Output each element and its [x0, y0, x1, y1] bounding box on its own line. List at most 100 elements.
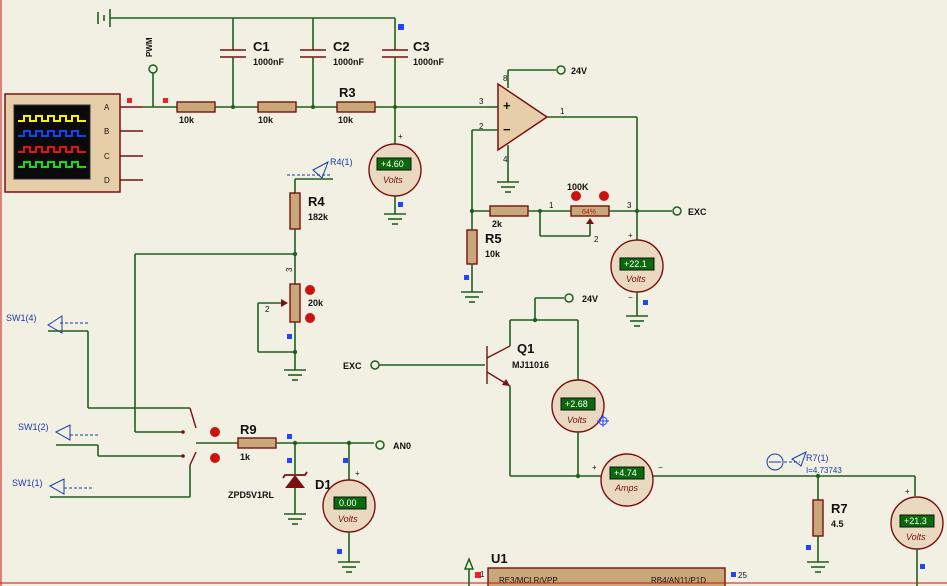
- ammeter-unit: Amps: [614, 483, 639, 493]
- terminal-exc-out-label: EXC: [688, 207, 707, 217]
- svg-text:−: −: [628, 293, 633, 302]
- probe-r4[interactable]: R4(1): [287, 157, 353, 179]
- voltmeter-2-unit: Volts: [626, 274, 646, 284]
- u1-pin-rb4: RB4/AN11/P1D: [651, 576, 706, 585]
- svg-text:1: 1: [549, 201, 554, 210]
- resistor-r9-label: R9: [240, 422, 257, 437]
- marker-square: [163, 98, 168, 103]
- terminal-24v-mid[interactable]: 24V: [564, 293, 598, 304]
- marker-square: [643, 300, 648, 305]
- marker-square: [398, 202, 403, 207]
- switch-sw1-1[interactable]: SW1(1): [12, 478, 92, 495]
- voltmeter-3[interactable]: +2.68 Volts: [551, 379, 605, 433]
- svg-text:−: −: [658, 463, 663, 472]
- voltmeter-1-unit: Volts: [383, 175, 403, 185]
- voltmeter-4-reading: 0.00: [339, 498, 357, 508]
- transistor-q1-label: Q1: [517, 341, 534, 356]
- svg-text:25: 25: [738, 571, 747, 580]
- microcontroller-u1[interactable]: U1 RE3/MCLR/VPP RB4/AN11/P1D 1 25: [463, 551, 747, 586]
- pwm-terminal[interactable]: PWM: [145, 37, 158, 107]
- probe-r7[interactable]: R7(1) I=4.73743: [766, 450, 842, 475]
- resistor-r3[interactable]: R3 10k: [336, 85, 376, 125]
- terminal-an0-label: AN0: [393, 441, 411, 451]
- resistor-10k-a-value: 10k: [179, 115, 195, 125]
- potentiometer-100k-value: 100K: [567, 182, 589, 192]
- potentiometer-100k-position: 64%: [582, 209, 596, 216]
- marker-square: [127, 98, 132, 103]
- resistor-r7[interactable]: R7 4.5: [812, 499, 848, 537]
- marker-square: [398, 24, 404, 30]
- oscilloscope[interactable]: A B C D: [4, 93, 143, 193]
- terminal-24v-top[interactable]: 24V: [556, 65, 587, 76]
- voltmeter-5-reading: +21.3: [904, 516, 927, 526]
- resistor-r9[interactable]: R9 1k: [237, 422, 277, 462]
- svg-text:−: −: [503, 122, 511, 137]
- switch-sw1-1-label: SW1(1): [12, 478, 43, 488]
- op-amp[interactable]: + − 3 2 1 8 4: [479, 74, 565, 164]
- probe-r7-label: R7(1): [806, 453, 829, 463]
- svg-text:+: +: [398, 132, 403, 141]
- potentiometer-20k-value: 20k: [308, 298, 324, 308]
- terminal-exc-in[interactable]: EXC: [343, 360, 380, 371]
- ground-symbol: [497, 181, 519, 193]
- resistor-r3-value: 10k: [338, 115, 354, 125]
- osc-label-b: B: [104, 127, 109, 136]
- dpdt-switch[interactable]: [181, 407, 220, 466]
- resistor-r7-label: R7: [831, 501, 848, 516]
- schematic[interactable]: A B C D PWM 10k 10k R3 10k C1 1000nF C2 …: [0, 0, 947, 586]
- resistor-r4-label: R4: [308, 194, 325, 209]
- marker-square: [287, 458, 292, 463]
- voltmeter-1-reading: +4.60: [381, 159, 404, 169]
- capacitor-c3[interactable]: C3 1000nF: [382, 18, 445, 109]
- osc-label-a: A: [104, 103, 110, 112]
- terminal-an0[interactable]: AN0: [375, 440, 411, 451]
- top-ground-symbol[interactable]: [97, 9, 111, 27]
- svg-text:2: 2: [265, 305, 270, 314]
- switch-sw1-4[interactable]: SW1(4): [6, 313, 90, 334]
- voltmeter-2-reading: +22.1: [624, 259, 647, 269]
- switch-sw1-4-label: SW1(4): [6, 313, 37, 323]
- resistor-10k-b[interactable]: 10k: [257, 101, 297, 125]
- potentiometer-20k[interactable]: 20k: [281, 283, 324, 323]
- resistor-10k-a[interactable]: 10k: [176, 101, 216, 125]
- zener-diode-d1[interactable]: D1 ZPD5V1RL: [228, 471, 332, 500]
- ground-symbol: [626, 315, 648, 327]
- marker-square: [287, 434, 292, 439]
- voltmeter-5[interactable]: +21.3 Volts +: [890, 487, 944, 550]
- capacitor-c2-value: 1000nF: [333, 57, 365, 67]
- u1-pin-mclr: RE3/MCLR/VPP: [499, 576, 558, 585]
- svg-text:3: 3: [627, 201, 632, 210]
- microcontroller-u1-label: U1: [491, 551, 508, 566]
- terminal-24v-mid-label: 24V: [582, 294, 598, 304]
- resistor-2k[interactable]: 2k: [489, 205, 529, 229]
- svg-text:+: +: [355, 469, 360, 478]
- marker-square: [920, 564, 925, 569]
- resistor-r4[interactable]: R4 182k: [289, 192, 329, 230]
- transistor-q1[interactable]: Q1 MJ11016: [486, 341, 549, 387]
- capacitor-c1-label: C1: [253, 39, 270, 54]
- potentiometer-100k[interactable]: 64% 100K: [567, 182, 610, 224]
- switch-sw1-2[interactable]: SW1(2): [18, 422, 98, 441]
- pwm-label: PWM: [145, 37, 154, 57]
- resistor-r5-label: R5: [485, 231, 502, 246]
- capacitor-c2-label: C2: [333, 39, 350, 54]
- capacitor-c3-label: C3: [413, 39, 430, 54]
- ground-symbol: [338, 561, 360, 573]
- schematic-canvas[interactable]: A B C D PWM 10k 10k R3 10k C1 1000nF C2 …: [0, 0, 947, 586]
- voltmeter-2[interactable]: +22.1 Volts + −: [610, 231, 664, 302]
- ammeter[interactable]: +4.74 Amps + −: [592, 453, 663, 507]
- capacitor-c3-value: 1000nF: [413, 57, 445, 67]
- ground-symbol: [284, 513, 306, 525]
- terminal-24v-top-label: 24V: [571, 66, 587, 76]
- svg-text:3: 3: [285, 267, 294, 272]
- capacitor-c1[interactable]: C1 1000nF: [220, 18, 285, 109]
- resistor-r3-label: R3: [339, 85, 356, 100]
- voltmeter-3-reading: +2.68: [565, 399, 588, 409]
- marker-square: [287, 334, 292, 339]
- terminal-exc-in-label: EXC: [343, 361, 362, 371]
- terminal-exc-out[interactable]: EXC: [672, 206, 707, 217]
- zener-diode-d1-value: ZPD5V1RL: [228, 490, 275, 500]
- voltmeter-5-unit: Volts: [906, 532, 926, 542]
- svg-text:+: +: [628, 231, 633, 240]
- voltmeter-3-unit: Volts: [567, 415, 587, 425]
